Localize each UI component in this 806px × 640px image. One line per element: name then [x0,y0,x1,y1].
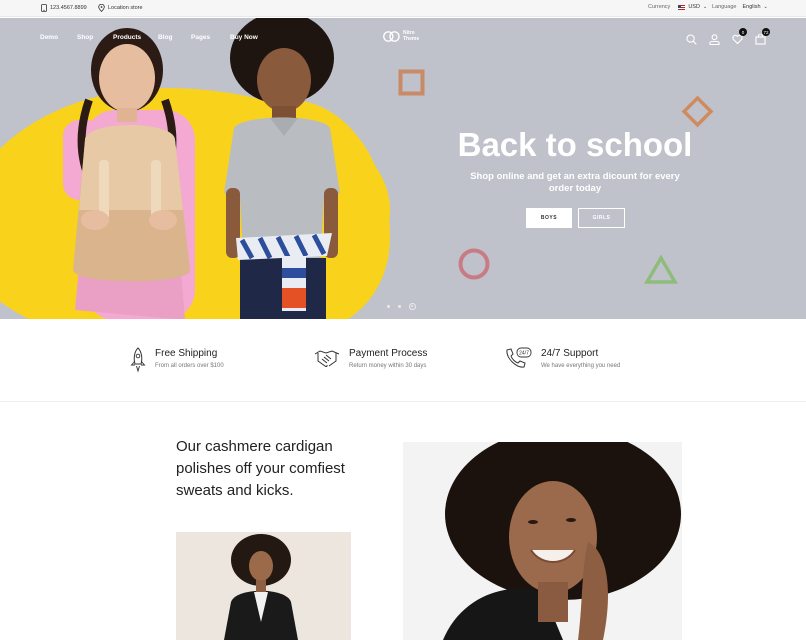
location-pin-icon [98,4,105,12]
nav-products[interactable]: Products [113,34,141,41]
feature-title: 24/7 Support [541,348,599,359]
girl-with-backpack-image [63,28,195,319]
feature-description: We have everything you need [541,363,621,369]
feature-payment-process: Payment Process Return money within 30 d… [314,347,427,369]
svg-text:24/7: 24/7 [519,351,529,357]
decorative-triangle-icon [643,254,679,284]
wishlist-button[interactable]: 0 [732,28,747,45]
feature-title: Free Shipping [155,348,218,359]
nav-demo[interactable]: Demo [40,34,58,41]
smiling-woman-illustration [403,442,682,640]
feature-support: 24/7 24/7 Support We have everything you… [504,347,620,371]
slide-dot-1[interactable] [387,305,390,308]
currency-selector[interactable]: Currency USD ⌄ [648,4,707,10]
nav-buy-now[interactable]: Buy Now [230,34,258,41]
phone-number: 123.4567.8899 [50,5,87,11]
us-flag-icon [678,4,686,10]
slider-pagination [387,303,416,310]
slide-dot-3-active[interactable] [409,303,416,310]
feature-description: Return money within 30 days [349,363,427,369]
nav-shop[interactable]: Shop [77,34,93,41]
woman-in-blazer-illustration [176,532,351,640]
nav-pages[interactable]: Pages [191,34,210,41]
handshake-icon [314,350,340,368]
support-24-7-icon: 24/7 [506,347,532,368]
search-icon [686,34,697,45]
top-bar: 123.4567.8899 Location store Currency US… [0,0,806,17]
boy-in-polo-image [224,18,340,319]
cart-count-badge: 72 [762,28,770,36]
logo-icon [383,31,400,42]
chevron-down-icon: ⌄ [702,4,708,10]
nitro-theme-logo[interactable]: Nitro Theme [383,30,429,42]
account-button[interactable] [709,32,720,46]
woman-in-blazer-image[interactable] [176,532,351,640]
cart-button[interactable]: 72 [755,28,770,45]
chevron-down-icon: ⌄ [763,4,768,10]
slide-dot-2[interactable] [398,305,401,308]
nav-blog[interactable]: Blog [158,34,172,41]
smiling-woman-image[interactable] [403,442,682,640]
rocket-icon [130,347,146,373]
location-link[interactable]: Location store [98,4,143,12]
girls-button[interactable]: GIRLS [578,208,625,228]
decorative-circle-icon [458,248,490,280]
hero-subtitle: Shop online and get an extra dicount for… [470,171,680,194]
feature-free-shipping: Free Shipping From all orders over $100 [130,347,224,373]
decorative-square-icon [398,69,425,96]
currency-value: USD [688,4,700,10]
user-icon [709,34,720,46]
promo-headline: Our cashmere cardigan polishes off your … [176,438,345,499]
boys-button[interactable]: BOYS [526,208,572,228]
language-value: English [742,4,761,10]
phone-icon [41,4,47,12]
feature-title: Payment Process [349,348,428,359]
currency-label: Currency [648,4,671,10]
features-strip: Free Shipping From all orders over $100 … [0,320,806,402]
feature-description: From all orders over $100 [155,363,224,369]
wishlist-count-badge: 0 [739,28,747,36]
logo-line-2: Theme [403,35,420,42]
language-label: Language [712,4,737,10]
phone-contact[interactable]: 123.4567.8899 [41,4,87,12]
header-actions: 0 72 [686,28,770,46]
search-button[interactable] [686,32,697,45]
hero-banner: Demo Shop Products Blog Pages Buy Now Ni… [0,18,806,319]
language-selector[interactable]: Language English ⌄ [712,4,768,10]
decorative-diamond-icon [681,95,714,128]
hero-title: Back to school [457,126,693,163]
location-text: Location store [108,5,143,11]
